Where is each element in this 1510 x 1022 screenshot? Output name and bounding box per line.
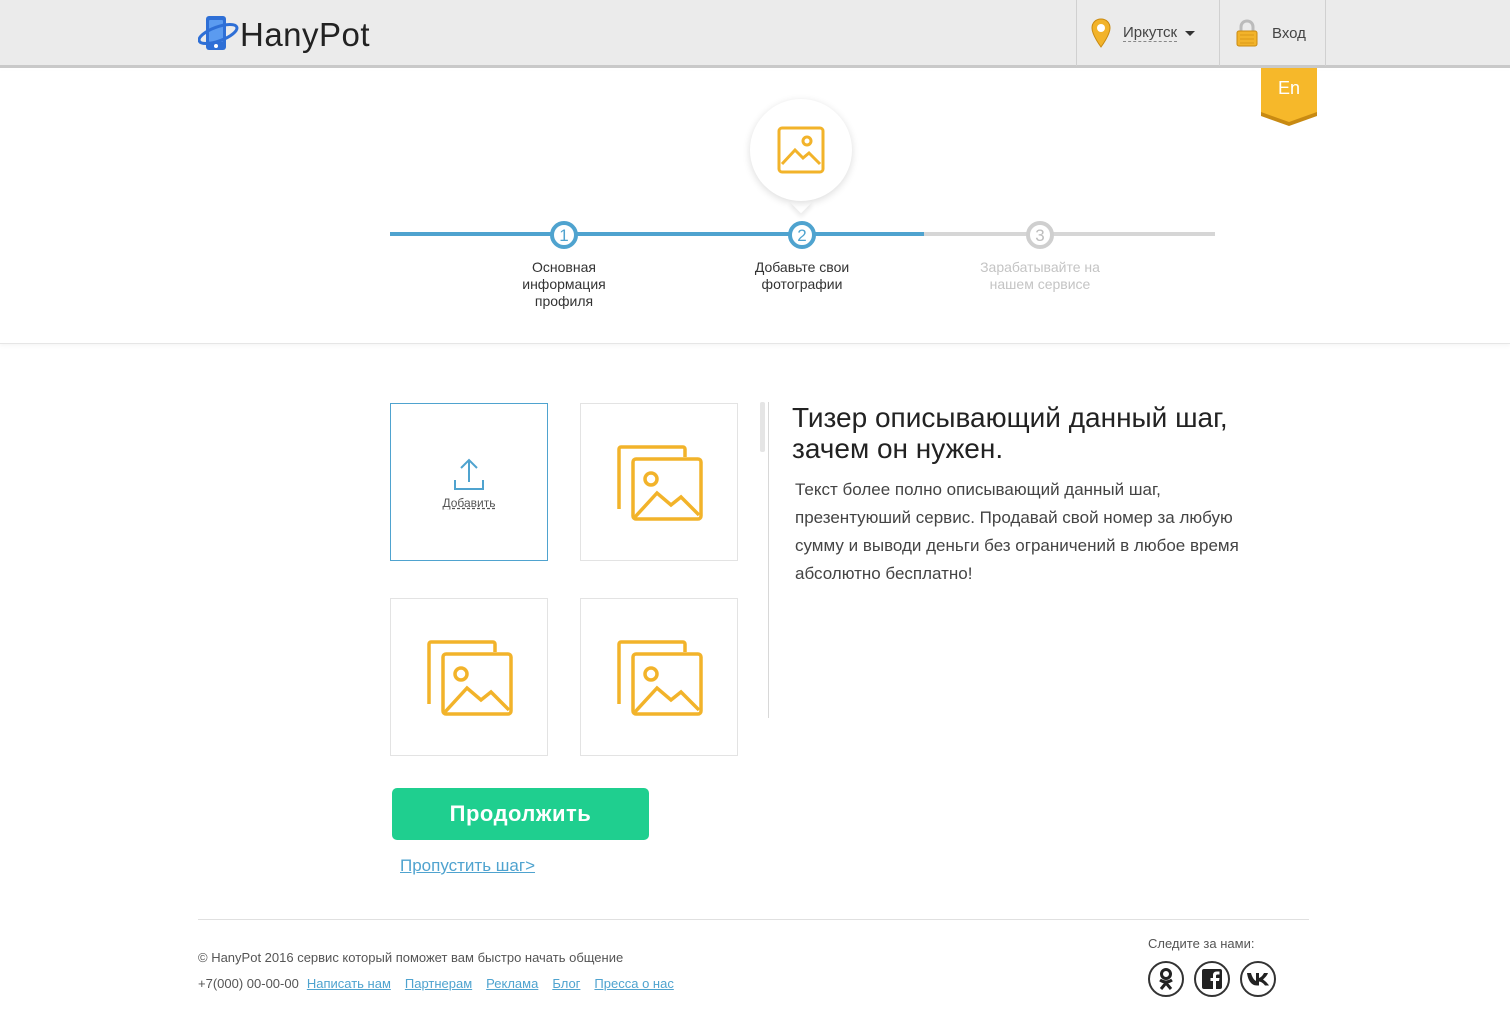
phone-planet-icon [198,16,239,50]
footer-link-blog[interactable]: Блог [552,976,580,991]
image-icon [777,126,825,174]
photo-slot[interactable] [390,598,548,756]
odnoklassniki-icon [1159,968,1173,990]
step-2-label: Добавьте свои фотографии [754,259,850,292]
vertical-divider [768,402,769,718]
footer-links: +7(000) 00-00-00 Написать нам Партнерам … [198,976,688,991]
vk-button[interactable] [1240,961,1276,997]
facebook-icon [1202,969,1222,989]
image-placeholder-icon [617,445,703,521]
photo-slot[interactable] [580,403,738,561]
city-selector[interactable]: Иркутск [1076,0,1220,66]
continue-button[interactable]: Продолжить [392,788,649,840]
step-2-marker[interactable]: 2 [788,221,816,249]
step-3-marker: 3 [1026,221,1054,249]
photo-slot[interactable] [580,598,738,756]
odnoklassniki-button[interactable] [1148,961,1184,997]
progress-track-done [390,232,924,236]
progress-track-remaining [924,232,1215,236]
login-button[interactable]: Вход [1219,0,1326,66]
scrollbar-thumb[interactable] [760,402,765,452]
upload-label[interactable]: Добавить [391,496,547,510]
step-1-label: Основная информация профиля [522,259,606,309]
vk-icon [1247,973,1269,986]
footer-link-contact[interactable]: Написать нам [307,976,391,991]
follow-us-label: Следите за нами: [1148,936,1255,951]
upload-photo-tile[interactable]: Добавить [390,403,548,561]
top-bar: HanyPot Иркутск Вход [0,0,1510,68]
teaser-title: Тизер описывающий данный шаг, зачем он н… [792,402,1228,464]
login-label: Вход [1272,24,1306,42]
teaser-text: Текст более полно описывающий данный шаг… [795,480,1239,583]
footer-link-press[interactable]: Пресса о нас [594,976,673,991]
footer-divider [198,919,1309,920]
brand-logo[interactable]: HanyPot [198,12,370,56]
location-pin-icon [1091,18,1111,48]
lock-icon [1236,19,1258,47]
footer-link-partners[interactable]: Партнерам [405,976,472,991]
skip-step-link[interactable]: Пропустить шаг> [400,856,535,876]
image-placeholder-icon [617,640,703,716]
brand-name: HanyPot [240,16,371,53]
image-placeholder-icon [427,640,513,716]
city-name: Иркутск [1123,24,1178,42]
step-1-marker[interactable]: 1 [550,221,578,249]
copyright-text: © HanyPot 2016 сервис который поможет ва… [198,950,624,965]
footer-phone: +7(000) 00-00-00 [198,976,299,991]
footer-link-ads[interactable]: Реклама [486,976,538,991]
upload-icon [454,458,484,490]
chevron-down-icon [1185,30,1196,36]
step-3-label: Зарабатывайте на нашем сервисе [980,259,1100,292]
progress-steps [0,71,1510,344]
facebook-button[interactable] [1194,961,1230,997]
